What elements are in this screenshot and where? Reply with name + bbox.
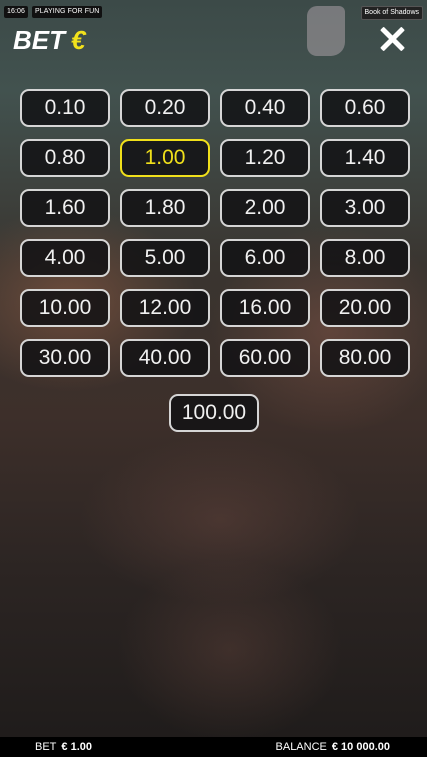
bet-option-button[interactable]: 20.00 bbox=[320, 289, 410, 327]
footer-bet-value: € 1.00 bbox=[61, 741, 92, 753]
bet-option-button[interactable]: 8.00 bbox=[320, 239, 410, 277]
bet-option-button[interactable]: 30.00 bbox=[20, 339, 110, 377]
bet-option-button[interactable]: 60.00 bbox=[220, 339, 310, 377]
bet-option-button[interactable]: 0.60 bbox=[320, 89, 410, 127]
bet-option-button[interactable]: 12.00 bbox=[120, 289, 210, 327]
bet-option-button[interactable]: 16.00 bbox=[220, 289, 310, 327]
bet-option-button[interactable]: 0.40 bbox=[220, 89, 310, 127]
bet-option-button[interactable]: 0.20 bbox=[120, 89, 210, 127]
bet-option-button[interactable]: 1.20 bbox=[220, 139, 310, 177]
footer-balance-label: BALANCE bbox=[275, 741, 327, 753]
footer-bar: BET € 1.00 BALANCE € 10 000.00 bbox=[0, 737, 427, 757]
game-name-label: Book of Shadows bbox=[360, 6, 423, 20]
footer-balance-value: € 10 000.00 bbox=[331, 741, 390, 753]
footer-balance: BALANCE € 10 000.00 bbox=[276, 741, 390, 753]
status-bar: 16:06 PLAYING FOR FUN bbox=[4, 6, 103, 18]
title-text: BET bbox=[13, 25, 65, 55]
time-label: 16:06 bbox=[4, 6, 29, 18]
bet-grid: 0.10 0.20 0.40 0.60 0.80 1.00 1.20 1.40 1.60 1.80… bbox=[20, 89, 412, 377]
footer-bet: BET € 1.00 bbox=[35, 741, 92, 753]
bet-option-button[interactable]: 1.00 bbox=[120, 139, 210, 177]
bet-option-button[interactable]: 40.00 bbox=[120, 339, 210, 377]
currency-symbol: € bbox=[71, 25, 86, 55]
bet-option-button[interactable]: 80.00 bbox=[320, 339, 410, 377]
footer-bet-label: BET bbox=[35, 741, 57, 753]
bet-option-button[interactable]: 1.80 bbox=[120, 189, 210, 227]
bet-option-button[interactable]: 1.40 bbox=[320, 139, 410, 177]
bet-option-button[interactable]: 10.00 bbox=[20, 289, 110, 327]
background-blob bbox=[307, 6, 345, 56]
bet-option-button[interactable]: 4.00 bbox=[20, 239, 110, 277]
bet-grid-last-row: 100.00 bbox=[169, 394, 259, 432]
bet-option-button[interactable]: 100.00 bbox=[169, 394, 259, 432]
bet-option-button[interactable]: 5.00 bbox=[120, 239, 210, 277]
bet-option-button[interactable]: 6.00 bbox=[220, 239, 310, 277]
bet-option-button[interactable]: 2.00 bbox=[220, 189, 310, 227]
page-title: BET € bbox=[13, 25, 85, 56]
bet-option-button[interactable]: 0.10 bbox=[20, 89, 110, 127]
close-icon[interactable] bbox=[379, 26, 405, 52]
bet-option-button[interactable]: 3.00 bbox=[320, 189, 410, 227]
bet-option-button[interactable]: 1.60 bbox=[20, 189, 110, 227]
bet-option-button[interactable]: 0.80 bbox=[20, 139, 110, 177]
mode-label: PLAYING FOR FUN bbox=[32, 6, 103, 18]
